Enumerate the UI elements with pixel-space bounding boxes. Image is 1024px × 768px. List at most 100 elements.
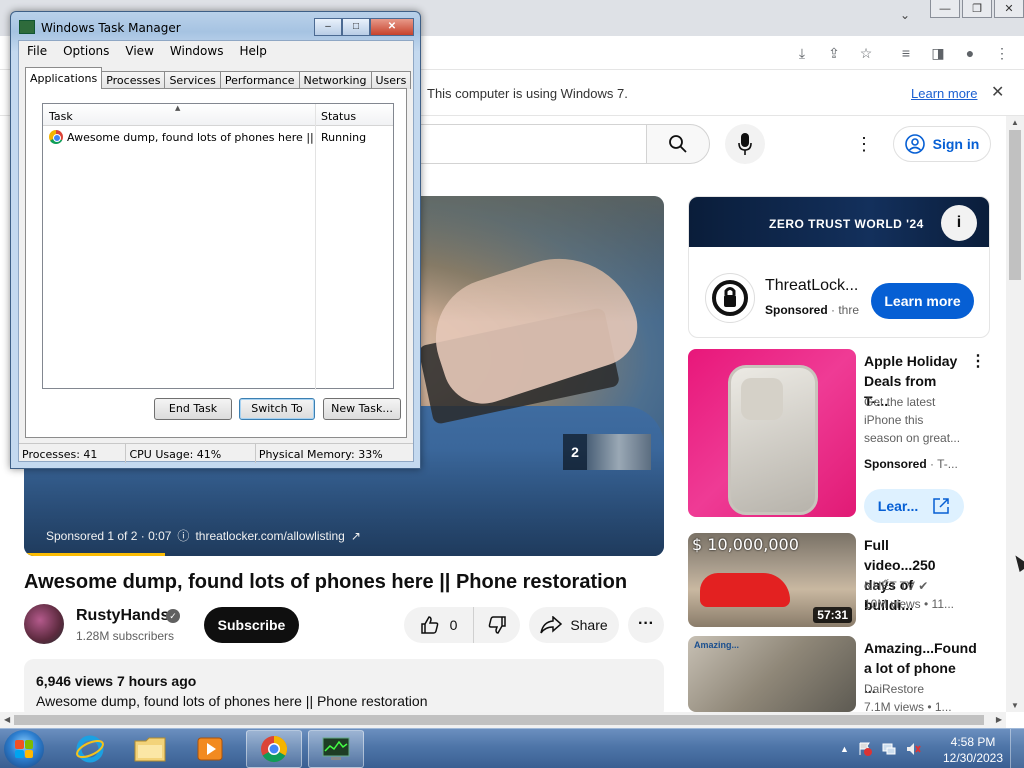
tm-menu-file[interactable]: File: [19, 41, 55, 61]
horizontal-scrollbar[interactable]: ◀ ▶: [0, 712, 1006, 728]
taskbar-clock[interactable]: 4:58 PM 12/30/2023: [940, 734, 1006, 766]
switch-to-button[interactable]: Switch To: [239, 398, 315, 420]
task-manager-titlebar[interactable]: Windows Task Manager – □ ✕: [11, 12, 420, 40]
horizontal-scroll-thumb[interactable]: [14, 715, 984, 725]
taskbar-task-manager[interactable]: [308, 730, 364, 768]
network-icon[interactable]: [881, 741, 897, 757]
recommendation-learn-more-button[interactable]: Lear...: [864, 489, 964, 523]
vertical-scrollbar[interactable]: ▲ ▼: [1006, 116, 1024, 712]
info-icon[interactable]: ⓘ: [177, 527, 189, 544]
tab-services[interactable]: Services: [164, 71, 221, 89]
thumbs-up-icon: [420, 616, 438, 634]
ad-queue-preview[interactable]: 2: [563, 434, 651, 470]
ad-banner-title: ZERO TRUST WORLD '24: [769, 217, 924, 231]
ad-queue-thumbnail: [587, 434, 651, 470]
taskbar-media-player[interactable]: [182, 730, 238, 768]
ad-sponsored-label: Sponsored · thre: [765, 303, 859, 317]
scroll-left-arrow-icon[interactable]: ◀: [4, 715, 10, 724]
sign-in-button[interactable]: Sign in: [893, 126, 991, 162]
tm-menubar: File Options View Windows Help: [19, 41, 413, 61]
scroll-up-arrow-icon[interactable]: ▲: [1011, 118, 1019, 127]
share-page-icon[interactable]: ⇪: [824, 44, 844, 62]
recommendation-item[interactable]: Amazing... Amazing...Found a lot of phon…: [688, 636, 1006, 714]
scroll-down-arrow-icon[interactable]: ▼: [1011, 701, 1019, 710]
show-desktop-button[interactable]: [1010, 729, 1024, 768]
recommendation-item[interactable]: $ 10,000,000 57:31 Full video...250 days…: [688, 533, 1006, 627]
taskbar-chrome[interactable]: [246, 730, 302, 768]
recommendation-description: Get the latest iPhone this season on gre…: [864, 395, 961, 445]
tm-list-header: ▲ Task Status: [43, 104, 393, 126]
tm-menu-windows[interactable]: Windows: [162, 41, 232, 61]
recommendation-channel[interactable]: NHẾT TV ✔: [864, 579, 928, 593]
infobar-close-icon[interactable]: ✕: [991, 82, 1004, 102]
browser-close-button[interactable]: ✕: [994, 0, 1024, 18]
search-button[interactable]: [646, 124, 710, 164]
channel-name[interactable]: RustyHands: [76, 607, 169, 625]
external-link-icon: [933, 498, 949, 514]
tm-task-list[interactable]: ▲ Task Status Awesome dump, found lots o…: [42, 103, 394, 390]
dislike-button[interactable]: [474, 607, 520, 643]
tm-column-status[interactable]: Status: [321, 110, 356, 123]
vertical-scroll-thumb[interactable]: [1009, 130, 1021, 280]
table-row[interactable]: Awesome dump, found lots of phones here …: [45, 128, 391, 146]
tab-processes[interactable]: Processes: [101, 71, 166, 89]
profile-icon[interactable]: ●: [960, 44, 980, 62]
like-button[interactable]: 0: [404, 607, 474, 643]
tm-menu-view[interactable]: View: [117, 41, 161, 61]
subscribe-button[interactable]: Subscribe: [204, 607, 299, 643]
channel-avatar[interactable]: [24, 604, 64, 644]
browser-restore-button[interactable]: ❐: [962, 0, 992, 18]
tm-task-name: Awesome dump, found lots of phones here …: [67, 131, 315, 144]
internet-explorer-icon: [76, 735, 104, 763]
task-manager-app-icon: [19, 20, 35, 34]
tm-maximize-button[interactable]: □: [342, 18, 370, 36]
share-button[interactable]: Share: [529, 607, 619, 643]
action-center-flag-icon[interactable]: [857, 741, 873, 757]
ad-learn-more-button[interactable]: Learn more: [871, 283, 974, 319]
thumbnail-overlay-text: $ 10,000,000: [692, 535, 799, 554]
browser-menu-icon[interactable]: ⋮: [992, 44, 1012, 62]
tm-menu-help[interactable]: Help: [231, 41, 274, 61]
companion-ad-card[interactable]: ZERO TRUST WORLD '24 i ThreatLock... Spo…: [688, 196, 990, 338]
end-task-button[interactable]: End Task: [154, 398, 232, 420]
ad-queue-count: 2: [563, 434, 587, 470]
tm-minimize-button[interactable]: –: [314, 18, 342, 36]
tm-menu-options[interactable]: Options: [55, 41, 117, 61]
media-queue-icon[interactable]: ≡: [896, 44, 916, 62]
advertiser-name: ThreatLock...: [765, 277, 859, 294]
taskbar-internet-explorer[interactable]: [62, 730, 118, 768]
tm-column-task[interactable]: Task: [49, 110, 73, 123]
phone-camera-block: [741, 378, 783, 420]
bookmark-star-icon[interactable]: ☆: [856, 44, 876, 62]
infobar-learn-more-link[interactable]: Learn more: [911, 86, 977, 101]
tm-close-button[interactable]: ✕: [370, 18, 414, 36]
download-icon[interactable]: ⤓: [792, 44, 812, 62]
settings-menu-icon[interactable]: ⋮: [852, 132, 876, 156]
recommendation-item[interactable]: Apple Holiday Deals from T-... ⋮ Get the…: [688, 349, 1006, 523]
taskbar-file-explorer[interactable]: [122, 730, 178, 768]
tab-applications[interactable]: Applications: [25, 67, 103, 89]
side-panel-icon[interactable]: ◨: [928, 44, 948, 62]
ad-url-link[interactable]: threatlocker.com/allowlisting: [195, 529, 344, 543]
browser-minimize-button[interactable]: —: [930, 0, 960, 18]
more-actions-button[interactable]: ···: [628, 607, 664, 643]
voice-search-button[interactable]: [725, 124, 765, 164]
tab-search-dropdown-icon[interactable]: ⌄: [896, 8, 914, 26]
new-task-button[interactable]: New Task...: [323, 398, 401, 420]
tab-users[interactable]: Users: [370, 71, 412, 89]
tray-expand-arrow-icon[interactable]: ▲: [840, 744, 849, 754]
recommendation-thumbnail[interactable]: [688, 349, 856, 517]
like-dislike-group: 0: [404, 607, 520, 643]
recommendation-menu-icon[interactable]: ⋮: [970, 351, 986, 371]
ad-info-button[interactable]: i: [941, 205, 977, 241]
tab-networking[interactable]: Networking: [298, 71, 372, 89]
tab-performance[interactable]: Performance: [219, 71, 300, 89]
recommendation-channel[interactable]: DaiRestore: [864, 682, 924, 696]
description-box[interactable]: 6,946 views 7 hours ago Awesome dump, fo…: [24, 659, 664, 719]
volume-muted-icon[interactable]: [905, 741, 921, 757]
start-button[interactable]: [4, 730, 44, 768]
recommendation-thumbnail[interactable]: $ 10,000,000 57:31: [688, 533, 856, 627]
scroll-right-arrow-icon[interactable]: ▶: [996, 715, 1002, 724]
sponsor-snippet: · T-...: [926, 457, 958, 471]
recommendation-thumbnail[interactable]: Amazing...: [688, 636, 856, 712]
